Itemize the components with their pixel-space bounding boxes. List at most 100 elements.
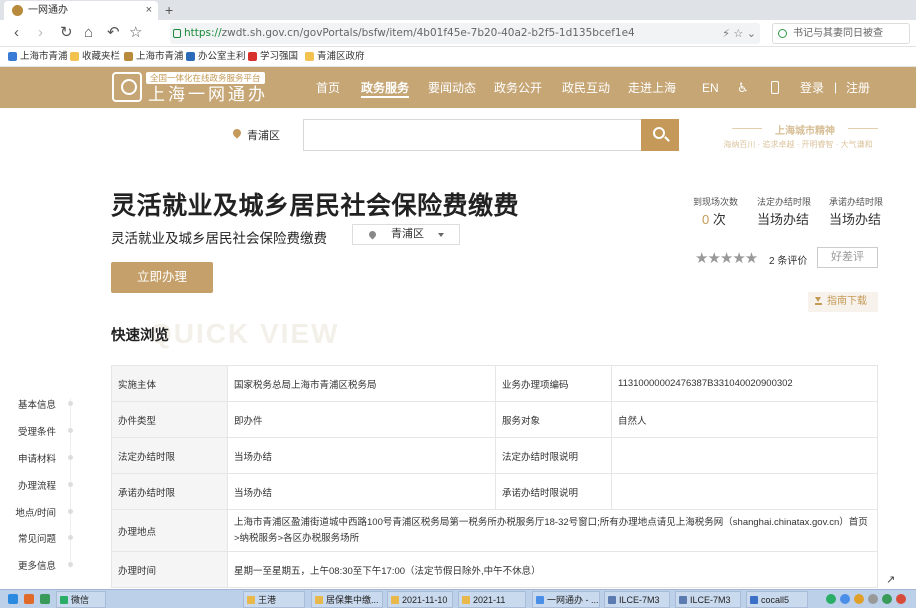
tray-icon[interactable]	[840, 594, 850, 604]
tray-icon[interactable]	[854, 594, 864, 604]
taskbar-item-label: 一网通办 - ...	[547, 595, 599, 605]
table-row: 承诺办结时限 当场办结 承诺办结时限说明	[111, 473, 878, 510]
quicklaunch-icon[interactable]	[8, 594, 18, 604]
bookmark-item[interactable]: 上海市青浦	[124, 47, 184, 67]
side-nav-item[interactable]: 地点/时间	[0, 505, 56, 519]
menu-item-5[interactable]: 政民互动	[562, 80, 610, 96]
table-row: 法定办结时限 当场办结 法定办结时限说明	[111, 437, 878, 474]
taskbar-item[interactable]: 2021-11	[458, 591, 526, 608]
quicklaunch-icon[interactable]	[40, 594, 50, 604]
apply-now-button[interactable]: 立即办理	[111, 262, 213, 293]
home-icon[interactable]: ⌂	[84, 23, 93, 43]
address-bar-actions-icon[interactable]: ⚡ ☆ ⌄	[722, 23, 756, 44]
side-nav-item[interactable]: 更多信息	[0, 558, 56, 572]
menu-item-2[interactable]: 政务服务	[361, 80, 410, 98]
bookmark-item[interactable]: 上海市青浦	[8, 47, 68, 67]
menu-item-3[interactable]: 要闻动态	[428, 80, 476, 96]
table-cell-value: 星期一至星期五，上午08:30至下午17:00（法定节假日除外,中午不休息）	[227, 551, 878, 588]
table-cell-label: 服务对象	[495, 401, 612, 438]
taskbar-item[interactable]: 居保集中缴...	[311, 591, 383, 608]
table-row: 办件类型 即办件 服务对象 自然人	[111, 401, 878, 438]
taskbar-item[interactable]: 微信	[56, 591, 106, 608]
forward-icon[interactable]: ›	[38, 23, 43, 43]
side-nav-item[interactable]: 受理条件	[0, 424, 56, 438]
guide-download-button[interactable]: 指南下载	[808, 292, 878, 312]
mobile-phone-icon[interactable]	[771, 81, 779, 94]
bookmark-icon	[305, 52, 314, 61]
register-link[interactable]: 注册	[846, 80, 870, 96]
taskbar-item[interactable]: ILCE-7M3	[604, 591, 670, 608]
table-cell-label: 办理地点	[111, 509, 228, 552]
address-bar[interactable]: https://zwdt.sh.gov.cn/govPortals/bsfw/i…	[170, 23, 760, 44]
menu-item-1[interactable]: 首页	[316, 80, 340, 96]
bookmark-star-icon[interactable]: ☆	[129, 23, 142, 43]
bookmark-icon	[124, 52, 133, 61]
taskbar-item[interactable]: 2021-11-10	[387, 591, 453, 608]
table-cell-value	[611, 473, 878, 510]
browser-search-input[interactable]: 书记与其妻同日被查	[772, 23, 910, 44]
side-nav-item[interactable]: 常见问题	[0, 531, 56, 545]
tray-icon[interactable]	[896, 594, 906, 604]
accessibility-icon[interactable]: ♿	[737, 80, 749, 95]
bookmark-item[interactable]: 学习强国	[248, 47, 298, 67]
table-cell-value	[611, 437, 878, 474]
logo-name[interactable]: 上海一网通办	[148, 84, 268, 106]
reload-icon[interactable]: ↻	[60, 23, 73, 43]
table-cell-label: 办理时间	[111, 551, 228, 588]
table-cell-label: 法定办结时限	[111, 437, 228, 474]
menu-item-4[interactable]: 政务公开	[494, 80, 542, 96]
bookmark-item[interactable]: 收藏夹栏	[70, 47, 120, 67]
taskbar-item[interactable]: 一网通办 - ...	[532, 591, 600, 608]
taskbar-item[interactable]: ILCE-7M3	[675, 591, 741, 608]
bookmark-icon	[248, 52, 257, 61]
new-tab-button[interactable]: +	[165, 0, 173, 20]
side-nav-dot	[68, 535, 73, 540]
lang-switch[interactable]: EN	[702, 80, 719, 96]
promo-subtitle: 海纳百川 · 追求卓越 · 开明睿智 · 大气谦和	[723, 140, 873, 149]
search-button[interactable]	[641, 119, 679, 151]
location-pin-icon	[367, 229, 378, 240]
taskbar-app-icon	[679, 596, 687, 604]
taskbar-item[interactable]: cocall5	[746, 591, 808, 608]
table-cell-label: 法定办结时限说明	[495, 437, 612, 474]
bookmark-label: 学习强国	[260, 51, 299, 62]
close-tab-icon[interactable]: ×	[146, 1, 152, 20]
location-selector[interactable]: 青浦区	[247, 127, 280, 143]
table-row: 实施主体 国家税务总局上海市青浦区税务局 业务办理项编码 11310000002476…	[111, 365, 878, 402]
site-favicon-icon	[12, 5, 23, 16]
stat-visits-label: 到现场次数	[693, 197, 739, 207]
bookmark-icon	[8, 52, 17, 61]
menu-item-6[interactable]: 走进上海	[628, 80, 676, 96]
side-nav-item[interactable]: 基本信息	[0, 397, 56, 411]
side-nav-item[interactable]: 申请材料	[0, 451, 56, 465]
quicklaunch-icon[interactable]	[24, 594, 34, 604]
undo-icon[interactable]: ↶	[107, 23, 120, 43]
side-nav-item[interactable]: 办理流程	[0, 478, 56, 492]
tray-icon[interactable]	[882, 594, 892, 604]
bookmark-item[interactable]: 办公室主利	[186, 47, 246, 67]
site-search-input[interactable]	[303, 119, 643, 151]
district-select[interactable]: 青浦区	[352, 224, 460, 245]
taskbar-item-label: 居保集中缴...	[326, 595, 379, 605]
review-button[interactable]: 好差评	[817, 247, 878, 268]
back-icon[interactable]: ‹	[14, 23, 19, 43]
stat-visits-value: 0 次	[702, 209, 726, 228]
review-count[interactable]: 2 条评价	[769, 252, 807, 267]
taskbar-app-icon	[608, 596, 616, 604]
site-logo-icon[interactable]	[112, 72, 142, 102]
guide-download-label: 指南下载	[827, 296, 867, 307]
taskbar-item[interactable]: 王港	[243, 591, 305, 608]
page-subtitle: 灵活就业及城乡居民社会保险费缴费	[111, 231, 327, 246]
tab-title: 一网通办	[28, 5, 68, 16]
tray-icon[interactable]	[826, 594, 836, 604]
stat-visits-number: 0	[702, 212, 710, 227]
login-link[interactable]: 登录	[800, 80, 824, 96]
bookmark-item[interactable]: 青浦区政府	[305, 47, 365, 67]
bookmark-label: 办公室主利	[198, 51, 246, 62]
bookmark-label: 上海市青浦	[20, 51, 68, 62]
taskbar-item-label: 2021-11	[473, 595, 506, 605]
bookmarks-bar: 上海市青浦 收藏夹栏 上海市青浦 办公室主利 学习强国 青浦区政府	[0, 47, 916, 67]
side-nav-dot	[68, 401, 73, 406]
tray-icon[interactable]	[868, 594, 878, 604]
browser-tab[interactable]: 一网通办 ×	[4, 1, 158, 20]
